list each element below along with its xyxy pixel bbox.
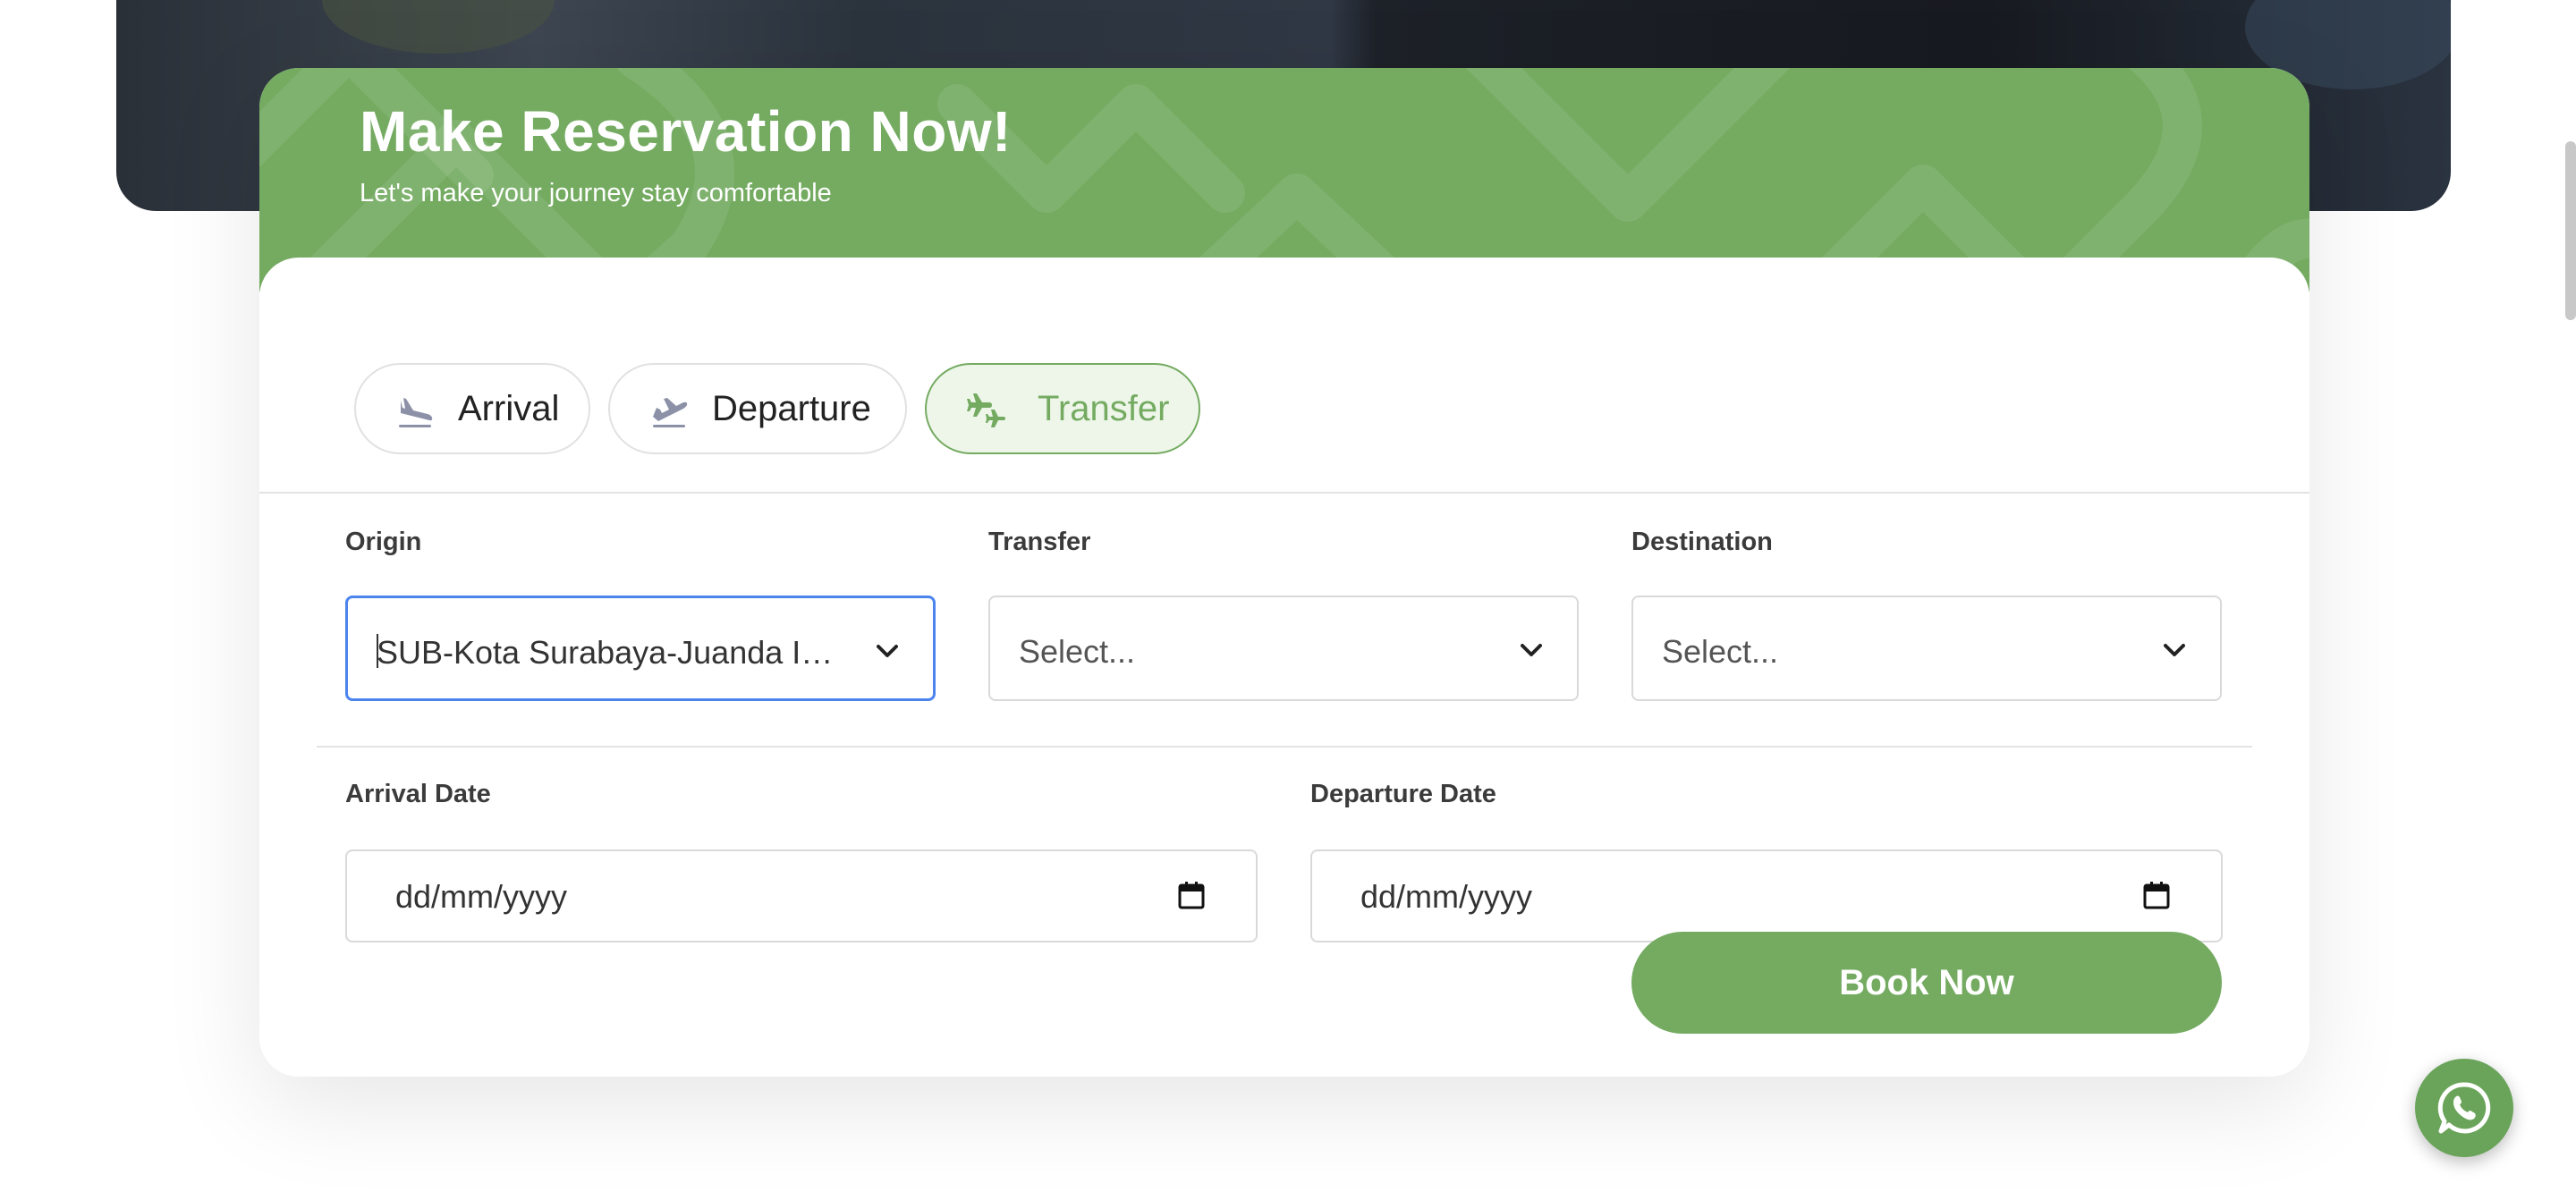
calendar-icon[interactable] bbox=[1177, 880, 1206, 910]
transfer-icon bbox=[967, 393, 1005, 427]
calendar-icon[interactable] bbox=[2142, 880, 2171, 910]
destination-select[interactable]: Select... bbox=[1631, 596, 2222, 701]
arrival-date-placeholder: dd/mm/yyyy bbox=[395, 878, 568, 915]
transfer-select[interactable]: Select... bbox=[988, 596, 1579, 701]
destination-label: Destination bbox=[1631, 528, 1773, 556]
departure-date-input[interactable]: dd/mm/yyyy bbox=[1310, 849, 2223, 942]
plane-takeoff-icon bbox=[653, 398, 688, 427]
departure-date-label: Departure Date bbox=[1310, 780, 1496, 808]
tab-transfer[interactable]: Transfer bbox=[925, 363, 1200, 454]
whatsapp-button[interactable] bbox=[2415, 1059, 2513, 1157]
transfer-label: Transfer bbox=[988, 528, 1091, 556]
destination-placeholder: Select... bbox=[1662, 633, 1779, 670]
origin-label: Origin bbox=[345, 528, 422, 556]
arrival-date-label: Arrival Date bbox=[345, 780, 491, 808]
reservation-card: Make Reservation Now! Let's make your jo… bbox=[259, 68, 2309, 1077]
divider bbox=[317, 746, 2252, 748]
tab-arrival[interactable]: Arrival bbox=[354, 363, 590, 454]
book-now-button[interactable]: Book Now bbox=[1631, 932, 2222, 1034]
chevron-down-icon bbox=[2164, 644, 2185, 656]
origin-value: SUB-Kota Surabaya-Juanda International A… bbox=[377, 634, 842, 671]
scrollbar-thumb[interactable] bbox=[2565, 141, 2576, 320]
tab-departure-label: Departure bbox=[712, 388, 871, 428]
tab-arrival-label: Arrival bbox=[458, 388, 560, 428]
text-caret bbox=[377, 634, 378, 668]
chevron-down-icon bbox=[877, 645, 898, 657]
tab-departure[interactable]: Departure bbox=[608, 363, 907, 454]
origin-select[interactable]: SUB-Kota Surabaya-Juanda International A… bbox=[345, 596, 936, 701]
divider bbox=[259, 492, 2309, 494]
plane-landing-icon bbox=[399, 398, 433, 427]
page-title: Make Reservation Now! bbox=[360, 99, 1012, 164]
arrival-date-input[interactable]: dd/mm/yyyy bbox=[345, 849, 1258, 942]
tab-transfer-label: Transfer bbox=[1038, 388, 1170, 428]
hero-image-detail bbox=[322, 0, 555, 54]
chevron-down-icon bbox=[1521, 644, 1542, 656]
departure-date-placeholder: dd/mm/yyyy bbox=[1360, 878, 1533, 915]
whatsapp-icon bbox=[2437, 1082, 2491, 1134]
transfer-placeholder: Select... bbox=[1019, 633, 1136, 670]
page-subtitle: Let's make your journey stay comfortable bbox=[360, 179, 832, 207]
